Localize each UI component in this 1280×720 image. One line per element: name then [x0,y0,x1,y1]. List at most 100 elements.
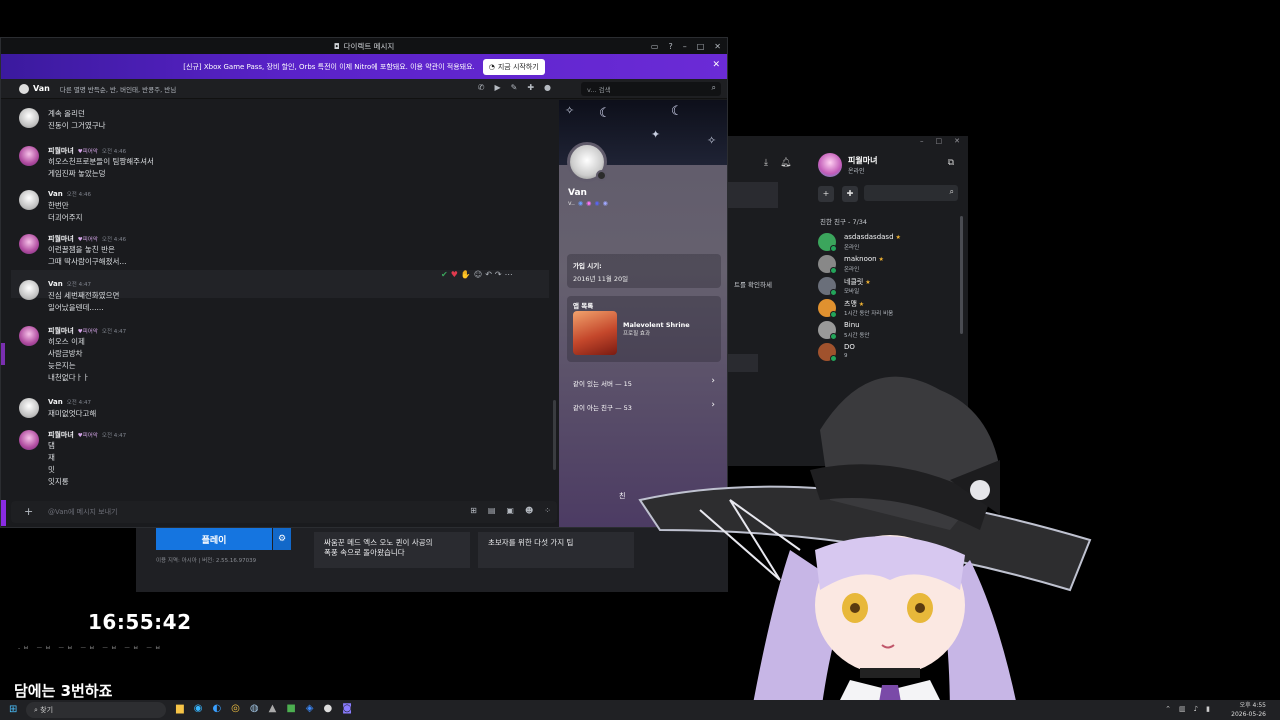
message-avatar[interactable] [19,398,39,418]
message-composer[interactable]: + @Van에 메시지 보내기 ⊞ ▤ ▣ ☻ ⁘ [11,501,557,523]
network-icon[interactable]: ▥ [1179,705,1186,713]
chat-area: ✔ ♥ ✋ ☺ ↶ ↷ ⋯ 계속 올리던 진동이 그거였구나 피월마녀 ♥피어악 오전 … [1,100,557,505]
friends-search-input[interactable]: ⌕ [864,185,958,201]
emoji-icon[interactable]: ☻ [525,506,533,515]
thumbs-up-icon[interactable]: ✋ [461,270,471,279]
chat-scrollbar[interactable] [553,400,556,470]
discord-taskbar-icon[interactable]: ◙ [342,703,352,714]
message-timestamp: 오전 4:46 [101,237,127,243]
volume-icon[interactable]: ♪ [1194,705,1198,713]
profile-name: Van [568,188,587,198]
message-avatar[interactable] [19,280,39,300]
promo-start-button[interactable]: ◔ 지금 시작하기 [482,58,545,75]
friend-list-item[interactable]: maknoon ★ 온라인 [818,253,958,277]
app-icon[interactable]: ■ [286,703,295,714]
message-author[interactable]: Van [48,190,63,198]
message-author[interactable]: 피월마녀 [48,146,74,156]
news-card[interactable]: 싸움꾼 메드 엑스 오노 퀸이 사공의 폭풍 속으로 돌아왔습니다 [314,532,470,568]
user-profile-icon[interactable]: ● [544,83,551,92]
close-button[interactable]: ✕ [954,137,960,145]
taskbar-clock[interactable]: 오후 4:55 2026-05-26 [1231,701,1266,719]
message-input[interactable]: @Van에 메시지 보내기 [48,507,118,517]
chrome-icon[interactable]: ◎ [231,703,240,714]
maximize-button[interactable]: □ [936,137,943,145]
message-author[interactable]: 피월마녀 [48,326,74,336]
add-friend-button[interactable]: + [818,186,834,202]
promo-text: [신규] Xbox Game Pass, 장비 할인, Orbs 특전이 이제 … [183,62,475,71]
download-icon[interactable]: ⤓ [764,158,768,168]
help-icon[interactable]: ? [668,42,672,51]
obs-icon[interactable]: ● [324,703,333,714]
play-button[interactable]: 플레이 [156,528,272,550]
app-icon[interactable]: ◈ [306,703,314,714]
check-reaction-icon[interactable]: ✔ [441,270,448,279]
message-text: 더괴어주지 [48,213,83,222]
forward-icon[interactable]: ↷ [495,270,502,279]
news-card[interactable]: 초보자를 위한 다섯 가지 팁 [478,532,634,568]
voice-call-icon[interactable]: ✆ [478,83,485,92]
profile-effect-thumbnail[interactable] [573,311,617,355]
attach-plus-icon[interactable]: + [24,505,33,518]
reply-icon[interactable]: ↶ [485,270,492,279]
sticker-icon[interactable]: ▣ [506,506,514,515]
maximize-button[interactable]: □ [697,42,705,51]
battery-icon[interactable]: ▮ [1206,705,1210,713]
message-avatar[interactable] [19,108,39,128]
video-call-icon[interactable]: ▶ [494,83,500,92]
message-author[interactable]: 피월마녀 [48,234,74,244]
message-author[interactable]: Van [48,280,63,288]
chevron-up-icon[interactable]: ⌃ [1165,705,1171,713]
heart-reaction-icon[interactable]: ♥ [451,270,458,279]
friend-list-item[interactable]: asdasdasdasd ★ 온라인 [818,231,958,255]
taskbar-search[interactable]: ⌕ 찾기 [26,702,166,718]
dm-header: Van 다른 별명 반득순, 반, 버인태, 반콩주, 반님 ✆ ▶ ✎ ✚ ●… [1,79,727,99]
message-timestamp: 오전 4:47 [66,400,91,406]
promo-close-icon[interactable]: ✕ [712,60,720,70]
friend-list-item[interactable]: 네클릿 ★ 모바일 [818,275,958,299]
close-button[interactable]: ✕ [714,42,721,51]
message-text: 진동이 그거였구나 [48,121,106,130]
more-icon[interactable]: ⋯ [505,270,513,279]
search-icon: ⌕ [949,187,954,196]
gift-icon[interactable]: ⊞ [470,506,477,515]
message-text: 게임진짜 놓았는덩 [48,169,106,178]
search-input[interactable]: v... 검색 ⌕ [581,82,721,96]
start-menu-icon[interactable]: ⊞ [9,704,17,715]
message-author[interactable]: 피월마녀 [48,430,74,440]
message-text: 내천없다ㅏㅏ [48,373,90,382]
inbox-icon[interactable]: ▭ [651,42,659,51]
message-avatar[interactable] [19,146,39,166]
settings-gear-icon[interactable]: ⚙ [273,528,291,550]
file-explorer-icon[interactable]: ▆ [176,703,184,714]
message-author[interactable]: Van [48,398,63,406]
minimize-button[interactable]: – [683,42,687,51]
pin-icon[interactable]: ✎ [511,83,518,92]
message-avatar[interactable] [19,430,39,450]
bell-icon[interactable]: 🔔︎ [780,158,791,168]
dm-recipient-name: Van [33,84,50,93]
user-avatar[interactable] [818,153,842,177]
minimize-button[interactable]: – [920,137,924,145]
apps-icon[interactable]: ⁘ [544,506,551,515]
message-avatar[interactable] [19,326,39,346]
friend-list-item[interactable]: Binu 5시간 동안 [818,319,958,343]
friends-scrollbar[interactable] [960,216,963,334]
add-group-button[interactable]: ✚ [842,186,858,202]
gif-icon[interactable]: ▤ [488,506,496,515]
friend-name: Binu [844,321,860,329]
member-since-section: 가입 시기: 2016년 11월 20일 [567,254,721,288]
favorite-star-icon: ★ [856,301,865,308]
app-icon[interactable]: ▲ [269,703,277,714]
star-icon: ✧ [565,104,575,117]
friend-list-item[interactable]: 츠맹 ★ 1시간 동안 자리 비움 [818,297,958,321]
app-icon[interactable]: ◐ [212,703,221,714]
steam-icon[interactable]: ◍ [250,703,259,714]
message-avatar[interactable] [19,190,39,210]
external-link-icon[interactable]: ⧉ [948,158,954,168]
add-reaction-icon[interactable]: ☺ [474,270,482,279]
add-friends-icon[interactable]: ✚ [527,83,534,92]
edge-icon[interactable]: ◉ [194,703,203,714]
user-name[interactable]: 피월마녀 [848,155,877,166]
message-avatar[interactable] [19,234,39,254]
favorites-count[interactable]: 친한 친구 - 7/34 [820,216,867,226]
